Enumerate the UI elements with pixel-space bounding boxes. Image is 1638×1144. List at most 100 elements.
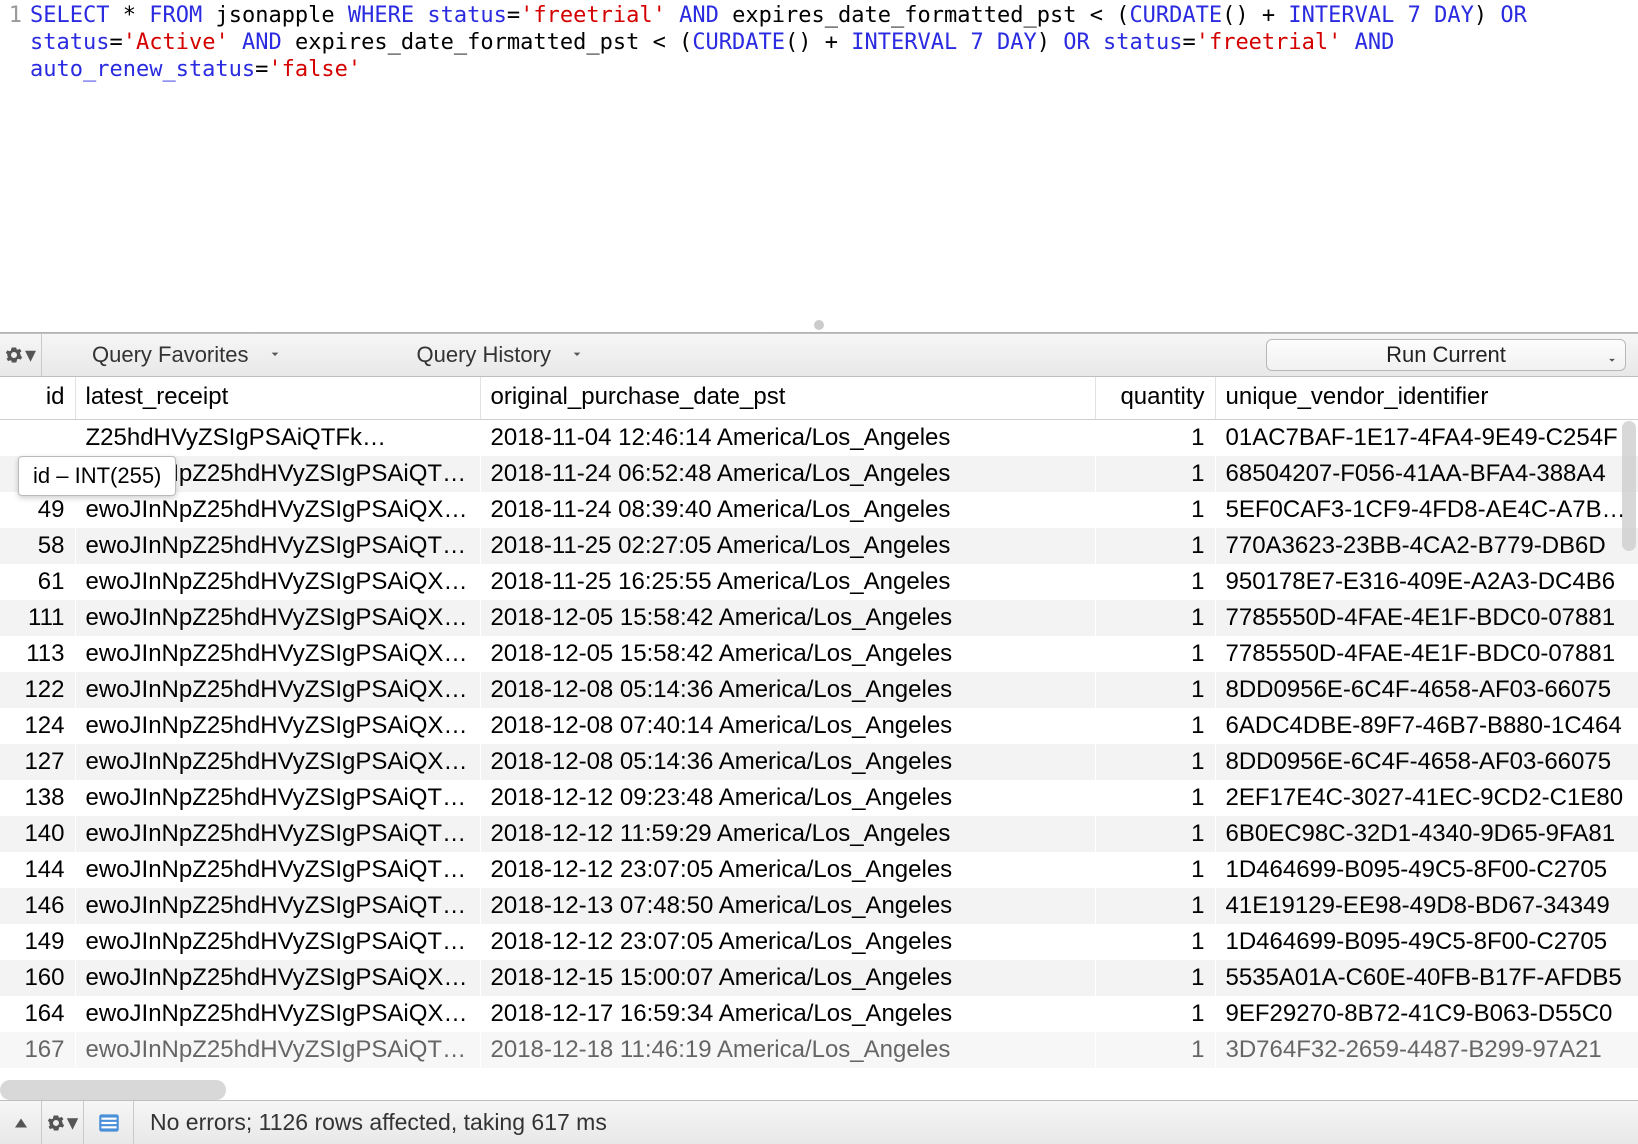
- cell[interactable]: ewoJInNpZ25hdHVyZSIgPSAiQTRIc…: [75, 924, 480, 960]
- cell[interactable]: 2018-12-12 23:07:05 America/Los_Angeles: [480, 924, 1095, 960]
- table-row[interactable]: 144ewoJInNpZ25hdHVyZSIgPSAiQTRIc…2018-12…: [0, 852, 1638, 888]
- table-row[interactable]: 124ewoJInNpZ25hdHVyZSIgPSAiQXpM…2018-12-…: [0, 708, 1638, 744]
- cell[interactable]: 2018-12-05 15:58:42 America/Los_Angeles: [480, 600, 1095, 636]
- cell[interactable]: 111: [0, 600, 75, 636]
- cell[interactable]: 6B0EC98C-32D1-4340-9D65-9FA81: [1215, 816, 1638, 852]
- cell[interactable]: Z25hdHVyZSIgPSAiQTFk…: [75, 420, 480, 456]
- cell[interactable]: 1: [1095, 456, 1215, 492]
- table-row[interactable]: 48ewoJInNpZ25hdHVyZSIgPSAiQTV1…2018-11-2…: [0, 456, 1638, 492]
- table-row[interactable]: 149ewoJInNpZ25hdHVyZSIgPSAiQTRIc…2018-12…: [0, 924, 1638, 960]
- cell[interactable]: 1: [1095, 852, 1215, 888]
- cell[interactable]: 41E19129-EE98-49D8-BD67-34349: [1215, 888, 1638, 924]
- cell[interactable]: 122: [0, 672, 75, 708]
- results-table[interactable]: id latest_receipt original_purchase_date…: [0, 377, 1638, 1068]
- cell[interactable]: 9EF29270-8B72-41C9-B063-D55C0: [1215, 996, 1638, 1032]
- cell[interactable]: ewoJInNpZ25hdHVyZSIgPSAiQTB6…: [75, 780, 480, 816]
- table-row[interactable]: 140ewoJInNpZ25hdHVyZSIgPSAiQTFz…2018-12-…: [0, 816, 1638, 852]
- cell[interactable]: 160: [0, 960, 75, 996]
- table-row[interactable]: Z25hdHVyZSIgPSAiQTFk…2018-11-04 12:46:14…: [0, 420, 1638, 456]
- table-row[interactable]: 113ewoJInNpZ25hdHVyZSIgPSAiQXhT…2018-12-…: [0, 636, 1638, 672]
- cell[interactable]: 1: [1095, 744, 1215, 780]
- horizontal-scrollbar[interactable]: [0, 1080, 226, 1100]
- cell[interactable]: 138: [0, 780, 75, 816]
- cell[interactable]: ewoJInNpZ25hdHVyZSIgPSAiQTJU…: [75, 888, 480, 924]
- cell[interactable]: ewoJInNpZ25hdHVyZSIgPSAiQXpE…: [75, 996, 480, 1032]
- table-row[interactable]: 111ewoJInNpZ25hdHVyZSIgPSAiQXhT…2018-12-…: [0, 600, 1638, 636]
- cell[interactable]: 2018-12-08 07:40:14 America/Los_Angeles: [480, 708, 1095, 744]
- cell[interactable]: 2018-12-13 07:48:50 America/Los_Angeles: [480, 888, 1095, 924]
- column-header-latest-receipt[interactable]: latest_receipt: [75, 377, 480, 420]
- sql-editor[interactable]: 1 SELECT * FROM jsonapple WHERE status='…: [0, 0, 1638, 332]
- cell[interactable]: 2018-12-08 05:14:36 America/Los_Angeles: [480, 744, 1095, 780]
- cell[interactable]: 01AC7BAF-1E17-4FA4-9E49-C254F: [1215, 420, 1638, 456]
- cell[interactable]: 2018-12-08 05:14:36 America/Los_Angeles: [480, 672, 1095, 708]
- status-gear-button[interactable]: ▾: [42, 1101, 84, 1144]
- cell[interactable]: 1: [1095, 708, 1215, 744]
- column-header-unique-vendor-identifier[interactable]: unique_vendor_identifier: [1215, 377, 1638, 420]
- cell[interactable]: 2018-11-04 12:46:14 America/Los_Angeles: [480, 420, 1095, 456]
- cell[interactable]: 2018-12-17 16:59:34 America/Los_Angeles: [480, 996, 1095, 1032]
- cell[interactable]: 2018-12-05 15:58:42 America/Los_Angeles: [480, 636, 1095, 672]
- cell[interactable]: 7785550D-4FAE-4E1F-BDC0-07881: [1215, 636, 1638, 672]
- table-row[interactable]: 167ewoJInNpZ25hdHVyZSIgPSAiQTRk2018-12-1…: [0, 1032, 1638, 1068]
- cell[interactable]: 2018-11-25 16:25:55 America/Los_Angeles: [480, 564, 1095, 600]
- cell[interactable]: 140: [0, 816, 75, 852]
- cell[interactable]: 113: [0, 636, 75, 672]
- cell[interactable]: 1: [1095, 816, 1215, 852]
- table-row[interactable]: 58ewoJInNpZ25hdHVyZSIgPSAiQTJnV…2018-11-…: [0, 528, 1638, 564]
- cell[interactable]: ewoJInNpZ25hdHVyZSIgPSAiQXhq…: [75, 672, 480, 708]
- cell[interactable]: ewoJInNpZ25hdHVyZSIgPSAiQXhp…: [75, 492, 480, 528]
- cell[interactable]: ewoJInNpZ25hdHVyZSIgPSAiQXhT…: [75, 600, 480, 636]
- query-favorites-dropdown[interactable]: Query Favorites: [42, 334, 337, 376]
- cell[interactable]: 127: [0, 744, 75, 780]
- cell[interactable]: 61: [0, 564, 75, 600]
- cell[interactable]: 1: [1095, 996, 1215, 1032]
- column-header-original-purchase-date[interactable]: original_purchase_date_pst: [480, 377, 1095, 420]
- cell[interactable]: 1: [1095, 492, 1215, 528]
- cell[interactable]: 149: [0, 924, 75, 960]
- cell[interactable]: ewoJInNpZ25hdHVyZSIgPSAiQTRk: [75, 1032, 480, 1068]
- cell[interactable]: 1: [1095, 528, 1215, 564]
- cell[interactable]: 770A3623-23BB-4CA2-B779-DB6D: [1215, 528, 1638, 564]
- cell[interactable]: 2018-12-12 23:07:05 America/Los_Angeles: [480, 852, 1095, 888]
- query-history-dropdown[interactable]: Query History: [337, 334, 639, 376]
- cell[interactable]: ewoJInNpZ25hdHVyZSIgPSAiQXhq…: [75, 744, 480, 780]
- cell[interactable]: 144: [0, 852, 75, 888]
- cell[interactable]: 2018-11-24 06:52:48 America/Los_Angeles: [480, 456, 1095, 492]
- cell[interactable]: ewoJInNpZ25hdHVyZSIgPSAiQTRIc…: [75, 852, 480, 888]
- vertical-scrollbar[interactable]: [1622, 421, 1636, 551]
- cell[interactable]: 5535A01A-C60E-40FB-B17F-AFDB5: [1215, 960, 1638, 996]
- cell[interactable]: 1: [1095, 924, 1215, 960]
- expand-button[interactable]: [0, 1101, 42, 1144]
- cell[interactable]: 167: [0, 1032, 75, 1068]
- cell[interactable]: 1D464699-B095-49C5-8F00-C2705: [1215, 852, 1638, 888]
- table-row[interactable]: 164ewoJInNpZ25hdHVyZSIgPSAiQXpE…2018-12-…: [0, 996, 1638, 1032]
- table-row[interactable]: 146ewoJInNpZ25hdHVyZSIgPSAiQTJU…2018-12-…: [0, 888, 1638, 924]
- table-row[interactable]: 61ewoJInNpZ25hdHVyZSIgPSAiQXlTd…2018-11-…: [0, 564, 1638, 600]
- cell[interactable]: 6ADC4DBE-89F7-46B7-B880-1C464: [1215, 708, 1638, 744]
- cell[interactable]: 5EF0CAF3-1CF9-4FD8-AE4C-A7BD5: [1215, 492, 1638, 528]
- cell[interactable]: 1: [1095, 600, 1215, 636]
- cell[interactable]: ewoJInNpZ25hdHVyZSIgPSAiQXlTd…: [75, 564, 480, 600]
- cell[interactable]: 1: [1095, 1032, 1215, 1068]
- table-row[interactable]: 127ewoJInNpZ25hdHVyZSIgPSAiQXhq…2018-12-…: [0, 744, 1638, 780]
- cell[interactable]: 8DD0956E-6C4F-4658-AF03-66075: [1215, 744, 1638, 780]
- cell[interactable]: ewoJInNpZ25hdHVyZSIgPSAiQXp6…: [75, 960, 480, 996]
- cell[interactable]: 2018-12-18 11:46:19 America/Los_Angeles: [480, 1032, 1095, 1068]
- column-header-id[interactable]: id: [0, 377, 75, 420]
- cell[interactable]: [0, 420, 75, 456]
- cell[interactable]: ewoJInNpZ25hdHVyZSIgPSAiQXpM…: [75, 708, 480, 744]
- cell[interactable]: 2018-12-12 11:59:29 America/Los_Angeles: [480, 816, 1095, 852]
- table-row[interactable]: 160ewoJInNpZ25hdHVyZSIgPSAiQXp6…2018-12-…: [0, 960, 1638, 996]
- cell[interactable]: 146: [0, 888, 75, 924]
- cell[interactable]: 1: [1095, 960, 1215, 996]
- cell[interactable]: 2018-12-15 15:00:07 America/Los_Angeles: [480, 960, 1095, 996]
- cell[interactable]: 124: [0, 708, 75, 744]
- cell[interactable]: 2018-12-12 09:23:48 America/Los_Angeles: [480, 780, 1095, 816]
- cell[interactable]: ewoJInNpZ25hdHVyZSIgPSAiQXhT…: [75, 636, 480, 672]
- cell[interactable]: 2EF17E4C-3027-41EC-9CD2-C1E80: [1215, 780, 1638, 816]
- sql-code[interactable]: SELECT * FROM jsonapple WHERE status='fr…: [30, 0, 1638, 83]
- cell[interactable]: ewoJInNpZ25hdHVyZSIgPSAiQTJnV…: [75, 528, 480, 564]
- cell[interactable]: ewoJInNpZ25hdHVyZSIgPSAiQTFz…: [75, 816, 480, 852]
- cell[interactable]: 1: [1095, 780, 1215, 816]
